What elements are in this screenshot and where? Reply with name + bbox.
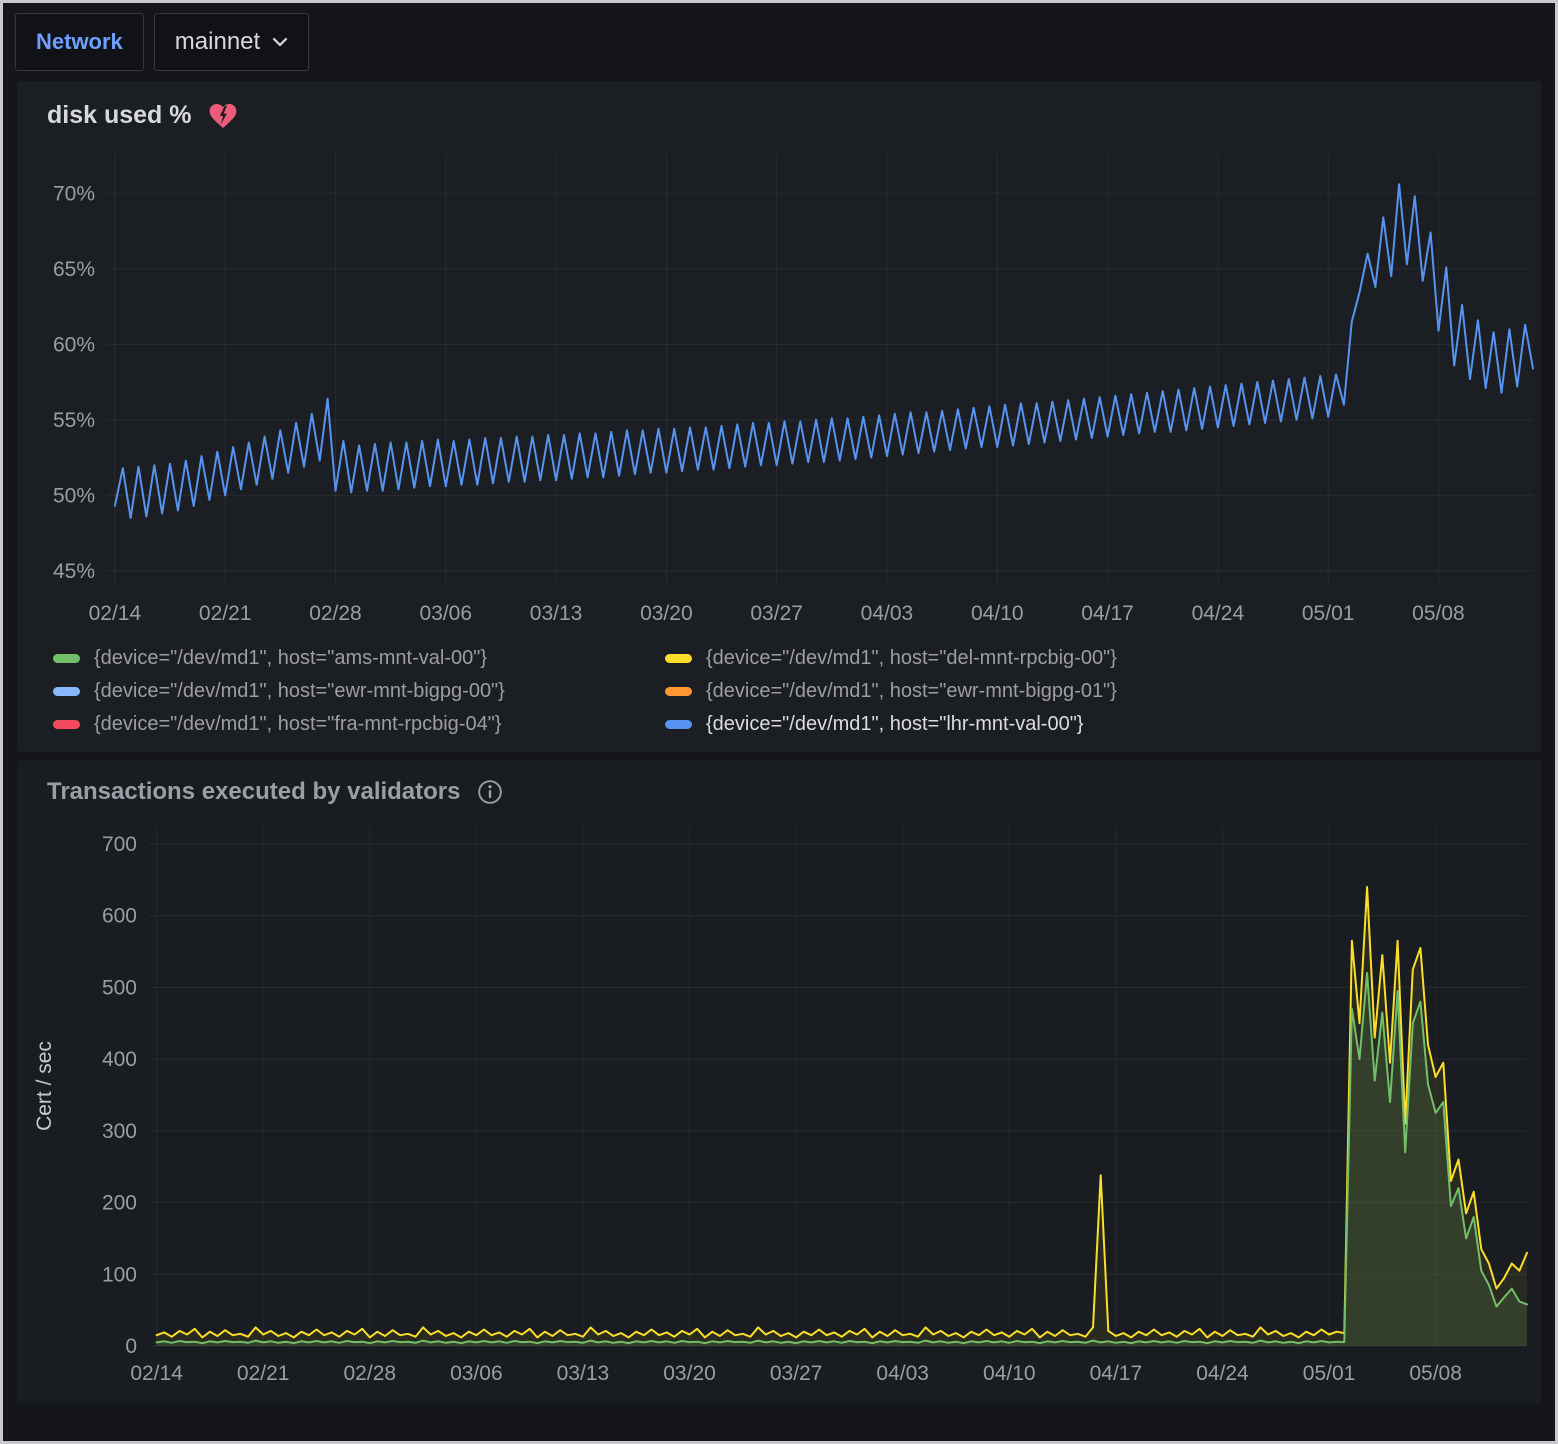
legend-item-label: {device="/dev/md1", host="lhr-mnt-val-00… [706,713,1083,736]
svg-text:100: 100 [102,1263,137,1286]
svg-text:04/24: 04/24 [1196,1362,1249,1385]
legend-item[interactable]: {device="/dev/md1", host="ewr-mnt-bigpg-… [665,680,1541,703]
svg-text:0: 0 [125,1335,137,1358]
svg-text:03/13: 03/13 [530,602,583,625]
svg-text:02/21: 02/21 [199,602,252,625]
transactions-chart[interactable]: 0 100 200 300 400 500 600 700 02/14 02/21 02/28 03/… [17,810,1545,1398]
svg-text:03/27: 03/27 [750,602,803,625]
network-variable-value: mainnet [175,28,260,56]
series-line [157,887,1527,1337]
chevron-down-icon [272,37,288,47]
legend-item[interactable]: {device="/dev/md1", host="ewr-mnt-bigpg-… [53,680,665,703]
legend-series-marker [53,687,80,696]
svg-text:03/06: 03/06 [450,1362,503,1385]
svg-text:03/20: 03/20 [663,1362,716,1385]
svg-text:700: 700 [102,833,137,856]
svg-text:70%: 70% [53,182,95,205]
legend-item[interactable]: {device="/dev/md1", host="lhr-mnt-val-00… [665,713,1541,736]
legend-series-marker [665,687,692,696]
legend-series-marker [665,654,692,663]
svg-text:02/28: 02/28 [344,1362,397,1385]
series-line [157,973,1527,1343]
svg-text:200: 200 [102,1192,137,1215]
series-area [157,887,1527,1346]
svg-text:05/08: 05/08 [1412,602,1465,625]
legend-item-label: {device="/dev/md1", host="ams-mnt-val-00… [94,647,487,670]
svg-text:03/27: 03/27 [770,1362,823,1385]
series-area [157,973,1527,1346]
legend-item[interactable]: {device="/dev/md1", host="fra-mnt-rpcbig… [53,713,665,736]
legend-item-label: {device="/dev/md1", host="fra-mnt-rpcbig… [94,713,502,736]
svg-text:03/13: 03/13 [557,1362,610,1385]
svg-text:400: 400 [102,1048,137,1071]
legend-item-label: {device="/dev/md1", host="ewr-mnt-bigpg-… [94,680,505,703]
svg-text:04/17: 04/17 [1081,602,1134,625]
disk-used-chart[interactable]: 45% 50% 55% 60% 65% 70% 02/14 02/21 02/28 03/06 03… [17,134,1545,634]
legend-series-marker [53,654,80,663]
info-icon[interactable] [477,779,503,805]
svg-text:45%: 45% [53,560,95,583]
svg-text:05/08: 05/08 [1409,1362,1462,1385]
svg-text:04/03: 04/03 [876,1362,929,1385]
dashboard-toolbar: Network mainnet [3,3,1555,81]
panel-transactions: Transactions executed by validators 0 100… [17,760,1541,1403]
legend-series-marker [665,720,692,729]
grid [149,826,1527,1346]
svg-text:04/10: 04/10 [983,1362,1036,1385]
svg-text:05/01: 05/01 [1303,1362,1356,1385]
grid [107,154,1533,586]
svg-text:02/21: 02/21 [237,1362,290,1385]
legend-series-marker [53,720,80,729]
panel-title-disk-used[interactable]: disk used % [47,101,192,130]
svg-text:02/14: 02/14 [130,1362,183,1385]
svg-text:04/24: 04/24 [1192,602,1245,625]
panel-title-transactions[interactable]: Transactions executed by validators [47,778,461,806]
legend-item[interactable]: {device="/dev/md1", host="del-mnt-rpcbig… [665,647,1541,670]
network-variable-label-box: Network [15,13,144,71]
svg-text:02/28: 02/28 [309,602,362,625]
series-line [115,184,1533,518]
svg-text:55%: 55% [53,409,95,432]
svg-text:65%: 65% [53,258,95,281]
svg-text:50%: 50% [53,484,95,507]
svg-text:500: 500 [102,976,137,999]
svg-text:04/10: 04/10 [971,602,1024,625]
panel-disk-used: disk used % 45% 50% 55% 60% 65% 70% 02/14 02/21… [17,81,1541,752]
svg-text:600: 600 [102,905,137,928]
legend-item-label: {device="/dev/md1", host="del-mnt-rpcbig… [706,647,1117,670]
svg-text:04/17: 04/17 [1090,1362,1143,1385]
svg-text:03/20: 03/20 [640,602,693,625]
svg-text:04/03: 04/03 [861,602,914,625]
svg-text:60%: 60% [53,333,95,356]
svg-text:05/01: 05/01 [1302,602,1355,625]
network-variable-label: Network [36,29,123,55]
legend-item-label: {device="/dev/md1", host="ewr-mnt-bigpg-… [706,680,1117,703]
svg-text:300: 300 [102,1120,137,1143]
y-axis-label: Cert / sec [33,1041,56,1131]
legend-item[interactable]: {device="/dev/md1", host="ams-mnt-val-00… [53,647,665,670]
disk-used-legend: {device="/dev/md1", host="ams-mnt-val-00… [17,639,1541,748]
svg-text:02/14: 02/14 [89,602,142,625]
network-variable-dropdown[interactable]: mainnet [154,13,309,71]
broken-heart-icon[interactable] [208,102,238,130]
svg-text:03/06: 03/06 [419,602,472,625]
